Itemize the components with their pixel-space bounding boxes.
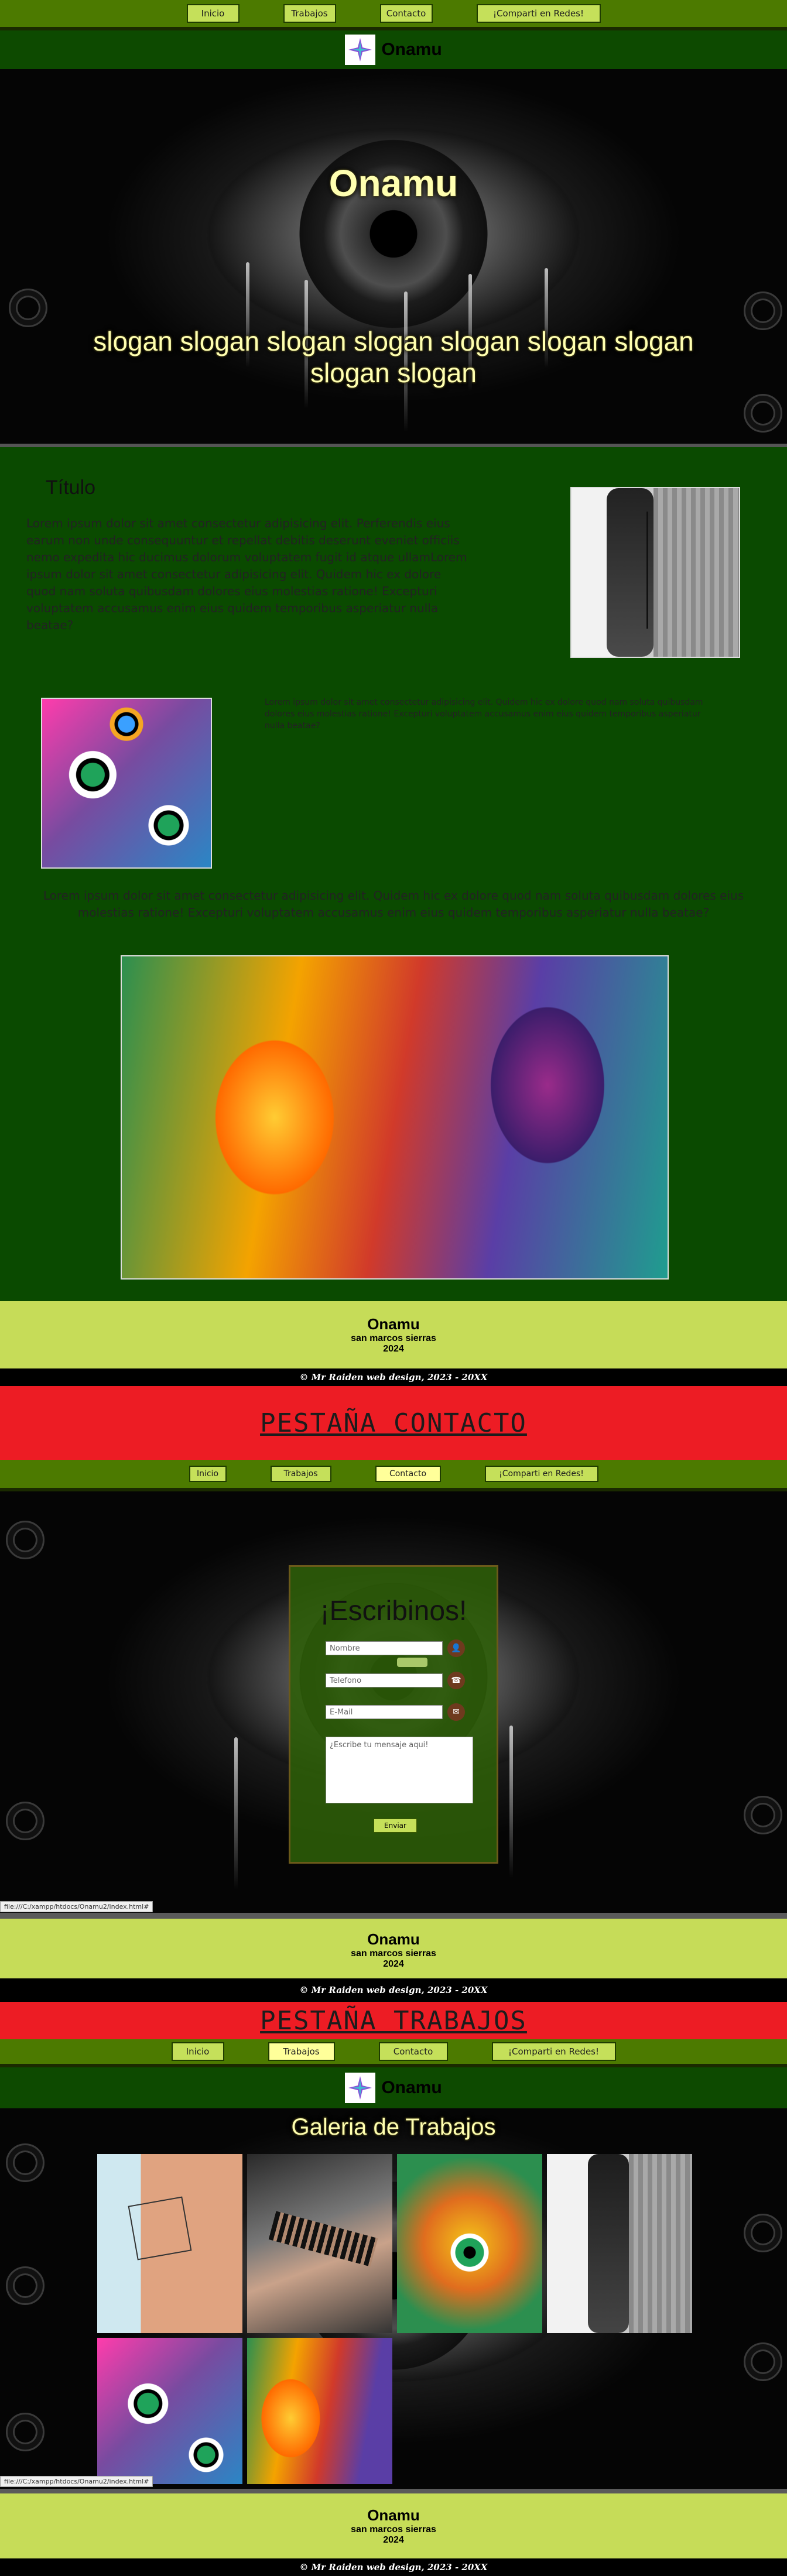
nav-bar-contact: Inicio Trabajos Contacto ¡Comparti en Re… (0, 1460, 787, 1491)
nav-trabajos[interactable]: Trabajos (270, 1466, 331, 1482)
footer-2: Onamu san marcos sierras 2024 (0, 1919, 787, 1978)
nav-trabajos[interactable]: Trabajos (283, 4, 336, 23)
section2-text: Lorem ipsum dolor sit amet consectetur a… (265, 698, 703, 730)
name-field[interactable]: Nombre (326, 1641, 443, 1655)
nav-compartir[interactable]: ¡Comparti en Redes! (484, 1466, 598, 1482)
footer-year: 2024 (383, 1344, 404, 1354)
footer-3: Onamu san marcos sierras 2024 (0, 2493, 787, 2558)
status-url: file:///C:/xampp/htdocs/Onamu2/index.htm… (0, 2476, 153, 2487)
works-tab-banner: PESTAÑA TRABAJOS (0, 2002, 787, 2039)
footer-credit: © Mr Raiden web design, 2023 - 20XX (0, 1978, 787, 2002)
content-section: Título Lorem ipsum dolor sit amet consec… (0, 444, 787, 1301)
footer-year: 2024 (383, 1959, 404, 1969)
footer-credit: © Mr Raiden web design, 2023 - 20XX (0, 1368, 787, 1386)
nav-compartir[interactable]: ¡Comparti en Redes! (491, 2042, 616, 2061)
slogan-line-1: slogan slogan slogan slogan slogan sloga… (93, 326, 694, 356)
footer-city: san marcos sierras (351, 1949, 436, 1958)
footer-name: Onamu (367, 2506, 420, 2524)
star-logo-icon[interactable] (345, 2073, 376, 2103)
nav-bar-works: Inicio Trabajos Contacto ¡Comparti en Re… (0, 2039, 787, 2067)
tattoo-arm-image (570, 487, 740, 658)
psychedelic-eyes-image (41, 698, 212, 869)
footer-year: 2024 (383, 2535, 404, 2545)
form-title: ¡Escribinos! (320, 1596, 467, 1627)
gallery-image-6[interactable] (247, 2338, 392, 2484)
nav-bar: Inicio Trabajos Contacto ¡Comparti en Re… (0, 0, 787, 30)
section1-text: Lorem ipsum dolor sit amet consectetur a… (26, 516, 467, 632)
gallery-image-4[interactable] (547, 2154, 692, 2333)
user-icon: 👤 (447, 1639, 465, 1657)
nav-contacto[interactable]: Contacto (379, 4, 433, 23)
hero-title: Onamu (329, 162, 458, 204)
hero-slogan: slogan slogan slogan slogan slogan sloga… (35, 325, 752, 389)
footer-city: san marcos sierras (351, 1333, 436, 1343)
mail-icon: ✉ (447, 1703, 465, 1721)
phone-field[interactable]: Telefono (326, 1673, 443, 1687)
nav-inicio[interactable]: Inicio (186, 4, 239, 23)
footer-credit: © Mr Raiden web design, 2023 - 20XX (0, 2558, 787, 2576)
footer-city: san marcos sierras (351, 2524, 436, 2534)
contact-form: ¡Escribinos! Nombre 👤 Telefono ☎ E-Mail … (289, 1565, 498, 1864)
footer-name: Onamu (367, 1930, 420, 1948)
star-logo-icon[interactable] (345, 35, 376, 65)
brand-bar-works: Onamu (0, 2067, 787, 2108)
section-title: Título (46, 476, 96, 499)
contact-tab-banner: PESTAÑA CONTACTO (0, 1386, 787, 1460)
gallery-image-3[interactable] (397, 2154, 542, 2333)
message-textarea[interactable]: ¿Escribe tu mensaje aqui! (326, 1737, 473, 1803)
gallery-section: Galeria de Trabajos file:///C:/xampp/htd… (0, 2108, 787, 2489)
footer-1: Onamu san marcos sierras 2024 (0, 1301, 787, 1368)
contact-section: ¡Escribinos! Nombre 👤 Telefono ☎ E-Mail … (0, 1491, 787, 1913)
nav-compartir[interactable]: ¡Comparti en Redes! (476, 4, 601, 23)
nav-contacto[interactable]: Contacto (378, 2042, 448, 2061)
nav-inicio[interactable]: Inicio (189, 1466, 227, 1482)
slogan-line-2: slogan slogan (310, 358, 477, 388)
hero-section: Onamu slogan slogan slogan slogan slogan… (0, 69, 787, 444)
brand-name: Onamu (381, 2078, 442, 2097)
gallery-image-2[interactable] (247, 2154, 392, 2333)
phone-icon: ☎ (447, 1672, 465, 1689)
nav-inicio[interactable]: Inicio (171, 2042, 224, 2061)
brand-bar: Onamu (0, 30, 787, 69)
gallery-image-1[interactable] (97, 2154, 242, 2333)
section3-text: Lorem ipsum dolor sit amet consectetur a… (43, 889, 744, 920)
email-field[interactable]: E-Mail (326, 1705, 443, 1719)
contact-banner-text: PESTAÑA CONTACTO (260, 1408, 527, 1438)
nav-contacto[interactable]: Contacto (375, 1466, 441, 1482)
mural-artwork-image (121, 955, 669, 1280)
nav-trabajos[interactable]: Trabajos (268, 2042, 335, 2061)
works-banner-text: PESTAÑA TRABAJOS (260, 2005, 527, 2036)
gallery-title: Galeria de Trabajos (291, 2114, 496, 2140)
send-button[interactable]: Enviar (374, 1819, 417, 1833)
gallery-image-5[interactable] (97, 2338, 242, 2484)
status-url: file:///C:/xampp/htdocs/Onamu2/index.htm… (0, 1901, 153, 1912)
footer-name: Onamu (367, 1315, 420, 1333)
brand-name: Onamu (381, 40, 442, 59)
